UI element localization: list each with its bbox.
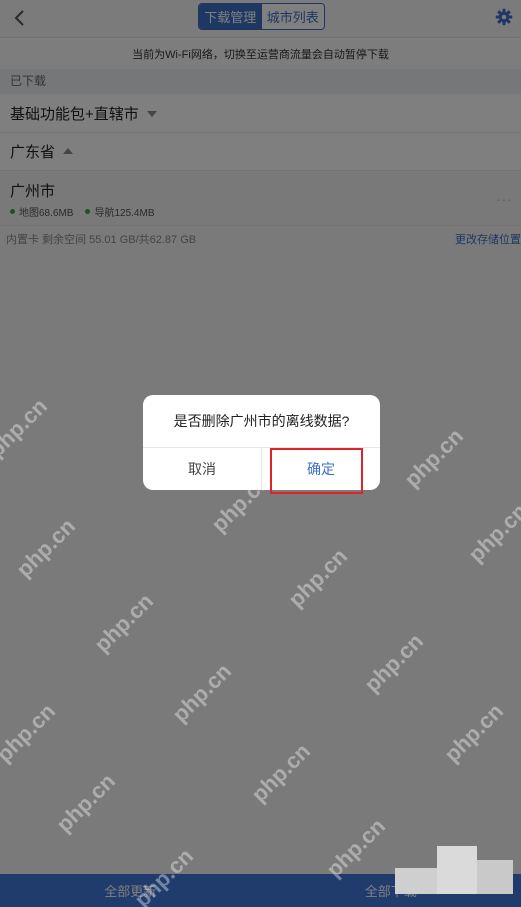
dialog-title: 是否删除广州市的离线数据? — [143, 395, 380, 448]
cancel-button[interactable]: 取消 — [143, 448, 262, 490]
pixelated-area — [395, 868, 437, 894]
pixelated-area — [477, 860, 513, 894]
pixelated-area — [437, 846, 477, 894]
confirm-highlight-box — [270, 448, 363, 494]
